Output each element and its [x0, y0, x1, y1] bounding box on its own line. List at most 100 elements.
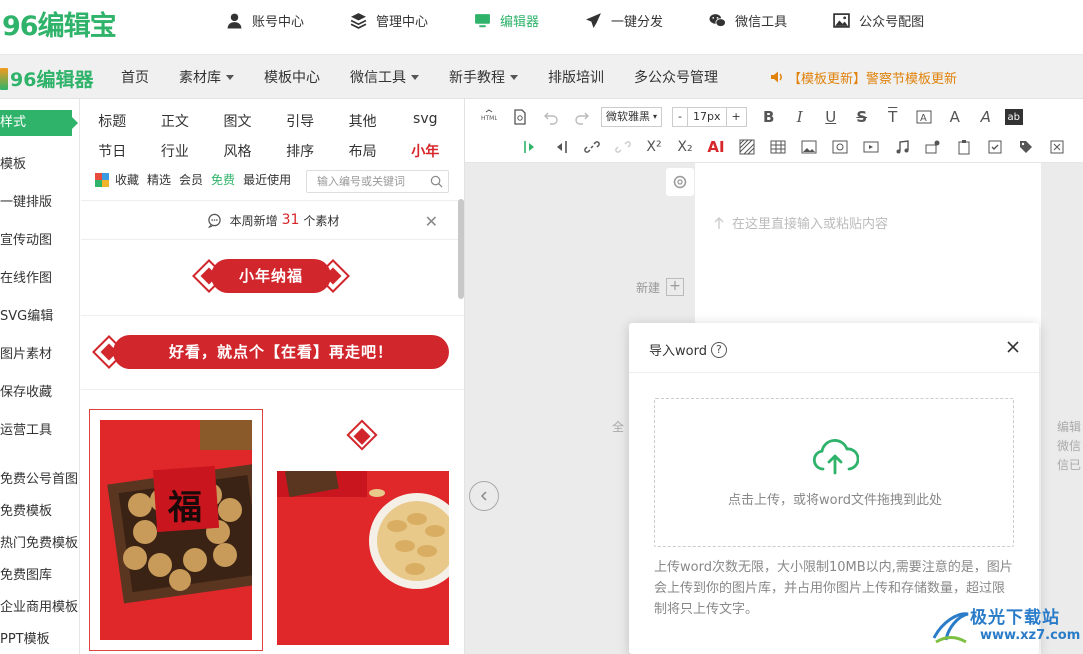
- music-icon[interactable]: [890, 135, 914, 159]
- filter-recent[interactable]: 最近使用: [243, 171, 291, 188]
- panel-scrollbar[interactable]: [458, 199, 464, 299]
- sub-nav-training[interactable]: 排版培训: [548, 67, 604, 87]
- filter-free[interactable]: 免费: [211, 171, 235, 188]
- category-tab[interactable]: 排序: [269, 141, 332, 161]
- new-document-button[interactable]: 新建 +: [636, 278, 685, 296]
- ai-icon[interactable]: AI: [704, 135, 728, 159]
- nav-editor[interactable]: 编辑器: [474, 11, 539, 30]
- sidebar-item-template[interactable]: 模板: [0, 153, 26, 172]
- sub-nav-home[interactable]: 首页: [121, 67, 149, 87]
- font-family-select[interactable]: 微软雅黑 ▾: [601, 107, 663, 127]
- more-format-icon[interactable]: ab: [1004, 109, 1023, 125]
- font-color-icon[interactable]: A: [943, 105, 967, 129]
- html-icon[interactable]: HTML: [477, 105, 501, 129]
- close-icon[interactable]: ✕: [425, 212, 438, 231]
- search-input[interactable]: 输入编号或关键词: [306, 170, 449, 193]
- sub-nav-wechat-tools[interactable]: 微信工具: [350, 67, 419, 87]
- unlink-icon[interactable]: [611, 135, 635, 159]
- image-edit-icon[interactable]: [921, 135, 945, 159]
- nav-wechat-tools[interactable]: 微信工具: [709, 11, 787, 30]
- undo-icon[interactable]: [539, 105, 563, 129]
- sidebar-item-saved[interactable]: 保存收藏: [0, 381, 52, 400]
- category-tab[interactable]: 其他: [331, 111, 394, 131]
- style-thumbnail-selected[interactable]: 福: [89, 409, 263, 651]
- video-icon[interactable]: [859, 135, 883, 159]
- link-icon[interactable]: [580, 135, 604, 159]
- update-notice[interactable]: 【模板更新】警察节模板更新: [769, 55, 957, 99]
- text-style-icon[interactable]: T: [881, 105, 905, 129]
- sidebar-item-svg-edit[interactable]: SVG编辑: [0, 305, 53, 324]
- sidebar-item-image-material[interactable]: 图片素材: [0, 343, 52, 362]
- paste-icon[interactable]: [952, 135, 976, 159]
- clear-format-icon[interactable]: [1045, 135, 1069, 159]
- category-tab[interactable]: 正文: [144, 111, 207, 131]
- category-tab[interactable]: 标题: [81, 111, 144, 131]
- settings-button[interactable]: [666, 168, 694, 196]
- style-item-banner[interactable]: 小年纳福: [191, 259, 351, 293]
- checkbox-icon[interactable]: [983, 135, 1007, 159]
- filter-favorite[interactable]: 收藏: [115, 171, 139, 188]
- filter-member[interactable]: 会员: [179, 171, 203, 188]
- sub-nav-multi-account[interactable]: 多公众号管理: [634, 67, 718, 87]
- sub-nav-template-center[interactable]: 模板中心: [264, 67, 320, 87]
- category-tab[interactable]: 引导: [269, 111, 332, 131]
- table-icon[interactable]: [766, 135, 790, 159]
- font-size-increase[interactable]: +: [725, 108, 746, 126]
- text-box-icon[interactable]: A: [912, 105, 936, 129]
- document-icon[interactable]: [508, 105, 532, 129]
- sub-nav-tutorial[interactable]: 新手教程: [449, 67, 518, 87]
- sidebar-item-one-click-layout[interactable]: 一键排版: [0, 191, 52, 210]
- category-tab[interactable]: 行业: [144, 141, 207, 161]
- sidebar-item-ops-tools[interactable]: 运营工具: [0, 419, 52, 438]
- text-effect-icon[interactable]: A: [974, 105, 998, 129]
- collapse-panel-button[interactable]: [469, 481, 499, 511]
- nav-management-center[interactable]: 管理中心: [350, 11, 428, 30]
- category-tab[interactable]: 风格: [206, 141, 269, 161]
- help-icon[interactable]: ?: [710, 341, 727, 358]
- toolbar-row-2: X² X₂ AI: [518, 131, 1076, 163]
- category-tab[interactable]: 节日: [81, 141, 144, 161]
- color-palette-icon[interactable]: [95, 172, 109, 187]
- outdent-icon[interactable]: [549, 135, 573, 159]
- logo[interactable]: 96编辑宝: [2, 4, 117, 43]
- image-library-icon[interactable]: [828, 135, 852, 159]
- filter-featured[interactable]: 精选: [147, 171, 171, 188]
- nav-account-center[interactable]: 账号中心: [226, 11, 304, 30]
- tag-icon[interactable]: [1014, 135, 1038, 159]
- category-tab-active[interactable]: 小年: [394, 141, 457, 161]
- sidebar-item-online-design[interactable]: 在线作图: [0, 267, 52, 286]
- nav-cover-image[interactable]: 公众号配图: [833, 11, 924, 30]
- sidebar-item-free-cover[interactable]: 免费公号首图: [0, 468, 78, 487]
- redo-icon[interactable]: [570, 105, 594, 129]
- style-item-banner[interactable]: 好看，就点个【在看】再走吧！: [91, 335, 451, 369]
- insert-image-icon[interactable]: [797, 135, 821, 159]
- bold-icon[interactable]: B: [757, 105, 781, 129]
- font-size-stepper[interactable]: - 17px +: [672, 107, 747, 127]
- upload-dropzone[interactable]: 点击上传，或将word文件拖拽到此处: [654, 398, 1014, 547]
- indent-icon[interactable]: [518, 135, 542, 159]
- category-tab[interactable]: svg: [394, 111, 457, 131]
- underline-icon[interactable]: U: [819, 105, 843, 129]
- sidebar-item-style[interactable]: 样式: [0, 110, 78, 136]
- background-pattern-icon[interactable]: [735, 135, 759, 159]
- nav-one-click-distribute[interactable]: 一键分发: [585, 11, 663, 30]
- sidebar-item-business-template[interactable]: 企业商用模板: [0, 596, 78, 615]
- category-tab[interactable]: 图文: [206, 111, 269, 131]
- sidebar-item-hot-free-template[interactable]: 热门免费模板: [0, 532, 78, 551]
- subscript-icon[interactable]: X₂: [673, 135, 697, 159]
- sub-nav-bar: 96编辑器 首页 素材库 模板中心 微信工具 新手教程 排版培训 多公众号管理 …: [0, 55, 1083, 99]
- strikethrough-icon[interactable]: S: [850, 105, 874, 129]
- style-thumbnail[interactable]: [277, 471, 449, 645]
- sub-nav-material-library[interactable]: 素材库: [179, 67, 234, 87]
- category-tab[interactable]: 布局: [331, 141, 394, 161]
- font-size-decrease[interactable]: -: [673, 108, 687, 126]
- sidebar-item-promo-gif[interactable]: 宣传动图: [0, 229, 52, 248]
- close-button[interactable]: [1003, 337, 1023, 357]
- editor-logo[interactable]: 96编辑器: [0, 65, 93, 92]
- italic-icon[interactable]: I: [788, 105, 812, 129]
- sidebar-item-free-template[interactable]: 免费模板: [0, 500, 52, 519]
- sidebar-item-free-gallery[interactable]: 免费图库: [0, 564, 52, 583]
- search-icon[interactable]: [430, 175, 443, 188]
- superscript-icon[interactable]: X²: [642, 135, 666, 159]
- sidebar-item-ppt-template[interactable]: PPT模板: [0, 628, 50, 647]
